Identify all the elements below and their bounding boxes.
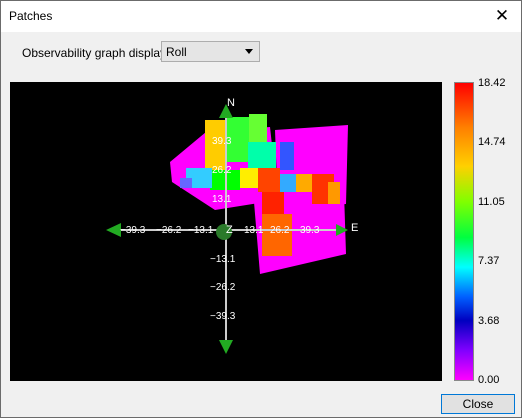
display-select[interactable]: Roll (161, 41, 260, 62)
y-tick-label: −39.3 (210, 311, 236, 322)
close-button[interactable]: Close (441, 394, 515, 414)
close-icon[interactable]: ✕ (489, 4, 515, 28)
y-tick-label: 26.2 (212, 165, 232, 176)
graph-canvas: N E Z −39.3 −26.2 −13.1 13.1 26.2 39.3 1… (106, 97, 358, 354)
arrow-west-icon (106, 223, 121, 237)
graph-viewport[interactable]: N E Z −39.3 −26.2 −13.1 13.1 26.2 39.3 1… (10, 82, 442, 381)
colorbar-tick-label: 7.37 (478, 255, 500, 267)
colorbar-tick-label: 14.74 (478, 136, 506, 148)
x-tick-label: −26.2 (156, 225, 182, 236)
colorbar-tick-label: 3.68 (478, 315, 500, 327)
x-tick-label: −39.3 (120, 225, 146, 236)
colorbar-tick-label: 11.05 (478, 196, 505, 208)
x-tick-label: 39.3 (300, 225, 320, 236)
x-tick-label: 13.1 (244, 225, 264, 236)
east-label: E (351, 222, 358, 234)
y-tick-label: −26.2 (210, 282, 236, 293)
x-tick-label: 26.2 (270, 225, 290, 236)
y-tick-label: 39.3 (212, 136, 232, 147)
colorbar-tick-label: 18.42 (478, 77, 506, 89)
arrow-south-icon (219, 340, 233, 354)
y-tick-label: −13.1 (210, 254, 236, 265)
chevron-down-icon (245, 49, 253, 54)
colorbar (454, 82, 474, 381)
colorbar-tick-label: 0.00 (478, 374, 500, 386)
title-bar: Patches ✕ (1, 1, 521, 32)
patches-dialog: Patches ✕ Observability graph display: R… (0, 0, 522, 418)
display-select-value: Roll (166, 45, 187, 59)
y-tick-label: 13.1 (212, 194, 232, 205)
x-tick-label: −13.1 (188, 225, 214, 236)
display-label: Observability graph display: (22, 46, 170, 60)
origin-label: Z (226, 224, 233, 236)
window-title: Patches (9, 9, 53, 23)
north-label: N (227, 97, 235, 109)
